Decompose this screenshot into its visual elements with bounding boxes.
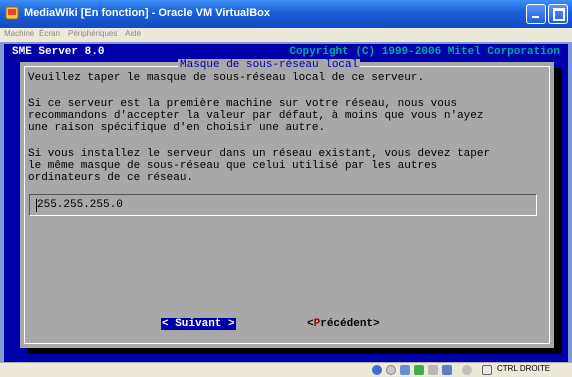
netmask-input-value: 255.255.255.0 <box>37 199 123 211</box>
window-titlebar[interactable]: MediaWiki [En fonction] - Oracle VM Virt… <box>0 0 572 28</box>
dialog-existing-network-note: Si vous installez le serveur dans un rés… <box>28 148 491 184</box>
vm-console[interactable]: SME Server 8.0 Copyright (C) 1999-2006 M… <box>4 44 568 362</box>
menu-peripheriques[interactable]: Périphériques <box>68 29 117 38</box>
dialog-first-machine-note: Si ce serveur est la première machine su… <box>28 98 484 134</box>
minimize-button[interactable] <box>526 4 546 24</box>
mouse-integration-icon[interactable] <box>462 365 472 375</box>
menu-bar: Machine Écran Périphériques Aide <box>0 28 572 42</box>
menu-machine[interactable]: Machine <box>4 29 34 38</box>
console-header-product: SME Server 8.0 <box>12 46 105 58</box>
display-icon[interactable] <box>442 365 452 375</box>
shared-folders-icon[interactable] <box>428 365 438 375</box>
virtualbox-icon <box>5 6 19 20</box>
next-button[interactable]: < Suivant > <box>161 318 236 330</box>
menu-aide[interactable]: Aide <box>125 29 141 38</box>
netmask-dialog: Masque de sous-réseau local Veuillez tap… <box>20 59 554 348</box>
host-key-label: CTRL DROITE <box>497 364 551 373</box>
network-icon[interactable] <box>414 365 424 375</box>
usb-icon[interactable] <box>400 365 410 375</box>
status-bar: CTRL DROITE <box>0 362 572 377</box>
hard-disk-icon[interactable] <box>372 365 382 375</box>
menu-ecran[interactable]: Écran <box>39 29 60 38</box>
netmask-input[interactable]: 255.255.255.0 <box>29 194 537 216</box>
dialog-title: Masque de sous-réseau local <box>178 59 361 71</box>
previous-button-open: < <box>307 318 314 330</box>
optical-disk-icon[interactable] <box>386 365 396 375</box>
host-key-icon <box>482 365 492 375</box>
previous-button-label: récédent> <box>320 318 380 330</box>
dialog-instruction: Veuillez taper le masque de sous-réseau … <box>28 72 425 84</box>
previous-button[interactable]: <Précédent> <box>307 318 380 330</box>
maximize-button[interactable] <box>548 4 568 24</box>
console-header-copyright: Copyright (C) 1999-2006 Mitel Corporatio… <box>289 46 560 58</box>
window-title: MediaWiki [En fonction] - Oracle VM Virt… <box>24 7 271 19</box>
